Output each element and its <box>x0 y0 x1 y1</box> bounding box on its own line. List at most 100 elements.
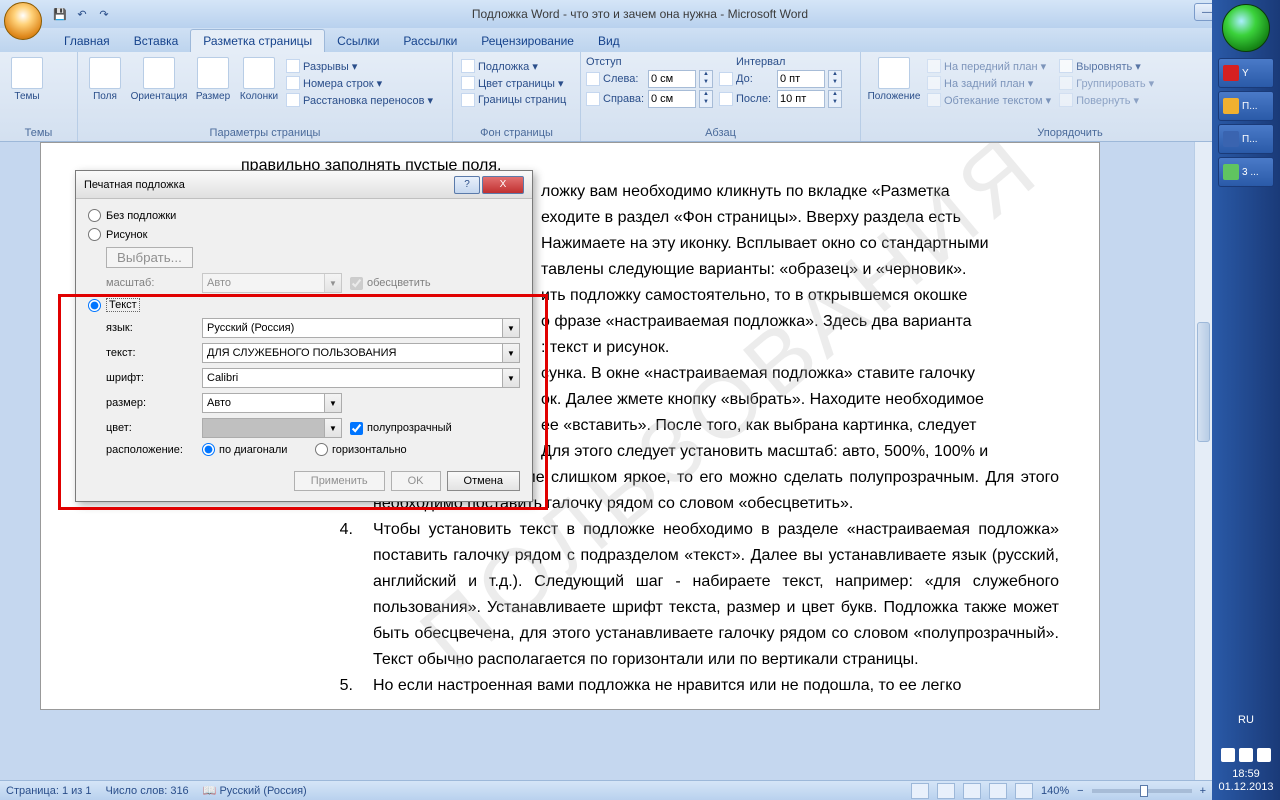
status-page[interactable]: Страница: 1 из 1 <box>6 785 92 797</box>
view-web-layout[interactable] <box>963 783 981 799</box>
doc-text: : текст и рисунок. <box>541 335 1059 361</box>
vertical-scrollbar[interactable] <box>1194 142 1212 780</box>
zoom-in-button[interactable]: + <box>1200 785 1206 797</box>
doc-text: Нажимаете на эту иконку. Всплывает окно … <box>541 231 1059 257</box>
view-full-screen[interactable] <box>937 783 955 799</box>
text-combo[interactable]: ДЛЯ СЛУЖЕБНОГО ПОЛЬЗОВАНИЯ▼ <box>202 343 520 363</box>
spinner[interactable]: ▲▼ <box>699 90 713 108</box>
taskbar-item[interactable]: П... <box>1218 124 1274 154</box>
chevron-down-icon[interactable]: ▼ <box>324 394 341 412</box>
chevron-down-icon[interactable]: ▼ <box>502 319 519 337</box>
indent-right-input[interactable] <box>648 90 696 108</box>
size-button[interactable]: Размер <box>191 55 235 125</box>
orientation-button[interactable]: Ориентация <box>129 55 189 125</box>
semitransparent-label[interactable]: полупрозрачный <box>367 422 455 434</box>
office-button[interactable] <box>4 2 42 40</box>
spacing-after-input[interactable] <box>777 90 825 108</box>
dialog-titlebar[interactable]: Печатная подложка ? X <box>76 171 532 199</box>
tray-icon[interactable] <box>1221 748 1235 762</box>
radio-label[interactable]: горизонтально <box>332 444 420 456</box>
window-title: Подложка Word - что это и зачем она нужн… <box>472 7 808 21</box>
margins-button[interactable]: Поля <box>83 55 127 125</box>
margins-icon <box>89 57 121 89</box>
doc-text: ложку вам необходимо кликнуть по вкладке… <box>541 179 1059 205</box>
theme-effects-icon[interactable] <box>51 94 67 110</box>
themes-button[interactable]: Темы <box>5 55 49 125</box>
radio-label[interactable]: по диагонали <box>219 444 307 456</box>
color-combo[interactable]: ▼ <box>202 418 342 438</box>
tab-references[interactable]: Ссылки <box>325 30 391 52</box>
view-print-layout[interactable] <box>911 783 929 799</box>
tray-volume-icon[interactable] <box>1257 748 1271 762</box>
tab-mailings[interactable]: Рассылки <box>391 30 469 52</box>
font-combo[interactable]: Calibri▼ <box>202 368 520 388</box>
tab-view[interactable]: Вид <box>586 30 632 52</box>
clock[interactable]: 18:5901.12.2013 <box>1218 768 1273 794</box>
zoom-level[interactable]: 140% <box>1041 785 1069 797</box>
taskbar-item[interactable]: Y <box>1218 58 1274 88</box>
radio-text[interactable] <box>88 299 101 312</box>
radio-picture[interactable] <box>88 228 101 241</box>
language-combo[interactable]: Русский (Россия)▼ <box>202 318 520 338</box>
page-borders-button[interactable]: Границы страниц <box>458 92 569 108</box>
text-wrap-icon <box>927 93 941 107</box>
breaks-button[interactable]: Разрывы ▾ <box>283 58 436 74</box>
size-combo[interactable]: Авто▼ <box>202 393 342 413</box>
indent-left-input[interactable] <box>648 70 696 88</box>
line-numbers-button[interactable]: Номера строк ▾ <box>283 75 436 91</box>
spinner[interactable]: ▲▼ <box>828 70 842 88</box>
language-indicator[interactable]: RU <box>1218 714 1273 726</box>
qat-save[interactable]: 💾 <box>50 4 70 24</box>
system-tray: RU 18:5901.12.2013 <box>1218 714 1273 800</box>
semitransparent-checkbox[interactable] <box>350 422 363 435</box>
spacing-before-input[interactable] <box>777 70 825 88</box>
hyphenation-button[interactable]: Расстановка переносов ▾ <box>283 92 436 108</box>
group-label: Темы <box>5 125 72 139</box>
chevron-down-icon[interactable]: ▼ <box>502 369 519 387</box>
zoom-slider-thumb[interactable] <box>1140 785 1148 797</box>
page-color-button[interactable]: Цвет страницы ▾ <box>458 75 569 91</box>
group-icon <box>1059 76 1073 90</box>
ribbon-tabs: Главная Вставка Разметка страницы Ссылки… <box>0 28 1280 52</box>
radio-label[interactable]: Рисунок <box>106 229 148 241</box>
taskbar-item[interactable]: 3 ... <box>1218 157 1274 187</box>
tab-insert[interactable]: Вставка <box>122 30 191 52</box>
app-icon <box>1223 131 1239 147</box>
radio-horizontal[interactable] <box>315 443 328 456</box>
tab-home[interactable]: Главная <box>52 30 122 52</box>
language-label: язык: <box>106 322 194 334</box>
view-draft[interactable] <box>1015 783 1033 799</box>
tray-icon[interactable] <box>1239 748 1253 762</box>
theme-fonts-icon[interactable] <box>51 76 67 92</box>
tab-review[interactable]: Рецензирование <box>469 30 586 52</box>
view-outline[interactable] <box>989 783 1007 799</box>
start-button[interactable] <box>1222 4 1270 52</box>
dialog-help-button[interactable]: ? <box>454 176 480 194</box>
watermark-button[interactable]: Подложка ▾ <box>458 58 569 74</box>
taskbar-item[interactable]: П... <box>1218 91 1274 121</box>
doc-text: 5.Но если настроенная вами подложка не н… <box>373 673 1059 699</box>
status-words[interactable]: Число слов: 316 <box>106 785 189 797</box>
doc-text: ить подложку самостоятельно, то в открыв… <box>541 283 1059 309</box>
radio-label[interactable]: Без подложки <box>106 210 176 222</box>
dialog-close-button[interactable]: X <box>482 176 524 194</box>
align-button[interactable]: Выровнять ▾ <box>1056 58 1157 74</box>
chevron-down-icon[interactable]: ▼ <box>502 344 519 362</box>
tab-page-layout[interactable]: Разметка страницы <box>190 29 325 52</box>
theme-colors-icon[interactable] <box>51 58 67 74</box>
spinner[interactable]: ▲▼ <box>699 70 713 88</box>
radio-no-watermark[interactable] <box>88 209 101 222</box>
position-button[interactable]: Положение <box>866 55 922 125</box>
qat-undo[interactable]: ↶ <box>72 4 92 24</box>
zoom-slider[interactable] <box>1092 789 1192 793</box>
columns-button[interactable]: Колонки <box>237 55 281 125</box>
chevron-down-icon[interactable]: ▼ <box>324 419 341 437</box>
spinner[interactable]: ▲▼ <box>828 90 842 108</box>
radio-label[interactable]: Текст <box>106 298 140 312</box>
cancel-button[interactable]: Отмена <box>447 471 520 491</box>
radio-diagonal[interactable] <box>202 443 215 456</box>
qat-redo[interactable]: ↷ <box>94 4 114 24</box>
scrollbar-thumb[interactable] <box>1197 322 1210 442</box>
status-language[interactable]: 📖 Русский (Россия) <box>203 784 307 797</box>
zoom-out-button[interactable]: − <box>1077 785 1083 797</box>
